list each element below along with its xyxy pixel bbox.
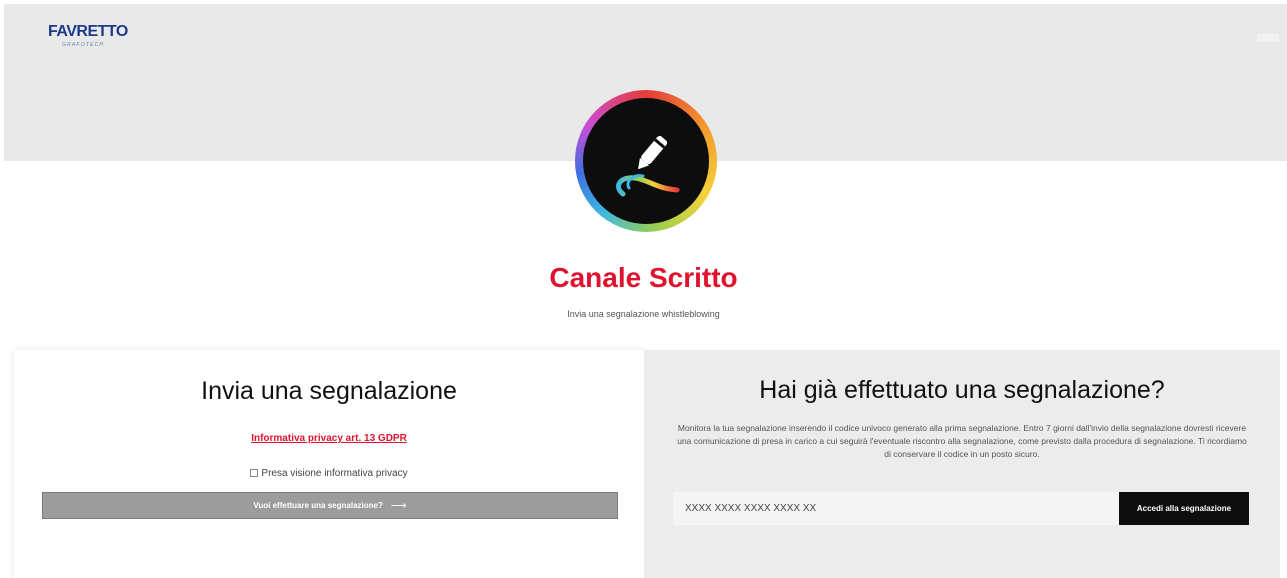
code-access-form: Accedi alla segnalazione bbox=[673, 492, 1249, 525]
pen-stroke-icon bbox=[575, 90, 717, 232]
pen-illustration bbox=[616, 135, 680, 197]
track-report-heading: Hai già effettuato una segnalazione? bbox=[759, 376, 1165, 404]
send-report-panel: Invia una segnalazione Informativa priva… bbox=[14, 350, 644, 578]
badge-inner bbox=[583, 98, 709, 224]
track-report-description: Monitora la tua segnalazione inserendo i… bbox=[677, 423, 1247, 459]
logo-tagline: GRAFOTECH bbox=[62, 42, 105, 48]
start-report-button[interactable]: Vuoi effettuare una segnalazione? ⟶ bbox=[42, 492, 618, 519]
privacy-policy-link[interactable]: Informativa privacy art. 13 GDPR bbox=[14, 433, 644, 444]
page: FAVRETTO GRAFOTECH Canale Scritto Invia … bbox=[0, 0, 1287, 578]
report-code-input[interactable] bbox=[673, 492, 1119, 525]
arrow-right-icon: ⟶ bbox=[390, 500, 407, 512]
privacy-checkbox[interactable] bbox=[250, 469, 259, 477]
header-corner-mark bbox=[1257, 34, 1279, 42]
privacy-checkbox-label: Presa visione informativa privacy bbox=[261, 468, 408, 479]
company-logo[interactable]: FAVRETTO GRAFOTECH bbox=[48, 24, 138, 50]
send-report-heading: Invia una segnalazione bbox=[201, 377, 457, 405]
logo-wordmark: FAVRETTO bbox=[48, 23, 128, 40]
privacy-acknowledgement[interactable]: Presa visione informativa privacy bbox=[14, 468, 644, 479]
access-report-button[interactable]: Accedi alla segnalazione bbox=[1119, 492, 1249, 525]
track-report-panel: Hai già effettuato una segnalazione? Mon… bbox=[644, 350, 1280, 578]
page-subtitle: Invia una segnalazione whistleblowing bbox=[567, 309, 720, 319]
page-title: Canale Scritto bbox=[549, 262, 738, 293]
start-report-label: Vuoi effettuare una segnalazione? bbox=[253, 501, 383, 510]
